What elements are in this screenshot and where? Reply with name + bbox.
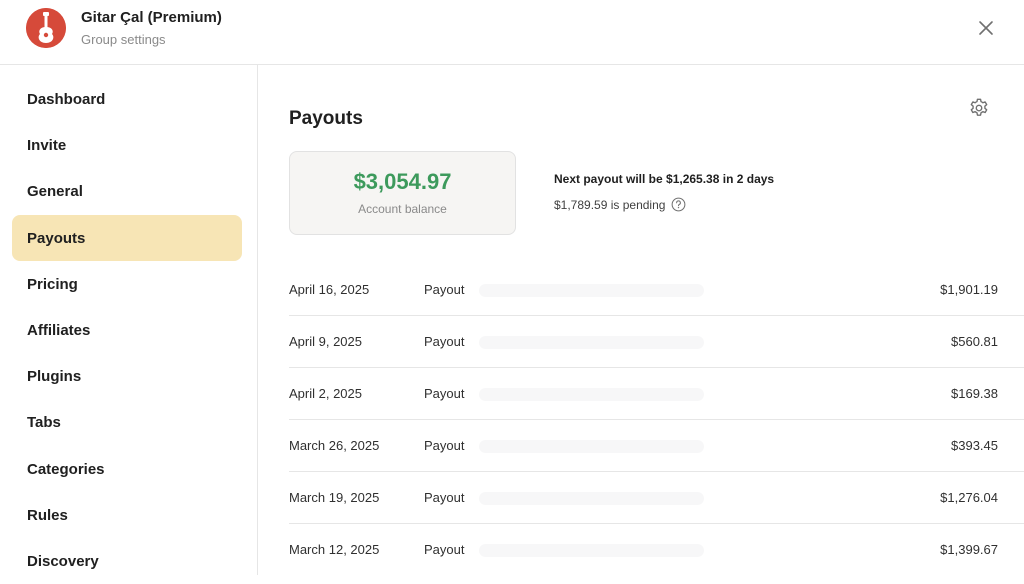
payouts-panel: Payouts $3,054.97 Account balance Next p… bbox=[259, 65, 1024, 575]
payout-type: Payout bbox=[424, 386, 465, 401]
sidebar-item-payouts[interactable]: Payouts bbox=[12, 215, 242, 261]
redacted-detail bbox=[479, 492, 704, 505]
payout-date: March 26, 2025 bbox=[289, 438, 380, 453]
redacted-detail bbox=[479, 440, 704, 453]
payout-amount: $560.81 bbox=[951, 334, 998, 349]
account-balance-amount: $3,054.97 bbox=[353, 169, 452, 194]
group-avatar bbox=[26, 8, 66, 48]
account-balance-label: Account balance bbox=[358, 202, 447, 216]
payout-row[interactable]: April 9, 2025 Payout $560.81 bbox=[289, 316, 1024, 368]
redacted-detail bbox=[479, 284, 704, 297]
next-payout-text: Next payout will be $1,265.38 in 2 days bbox=[554, 172, 775, 186]
sidebar-item-invite[interactable]: Invite bbox=[12, 122, 242, 168]
payout-type: Payout bbox=[424, 542, 465, 557]
sidebar-item-rules[interactable]: Rules bbox=[12, 492, 242, 538]
payout-amount: $1,901.19 bbox=[940, 282, 998, 297]
payout-row[interactable]: March 26, 2025 Payout $393.45 bbox=[289, 420, 1024, 472]
sidebar-item-pricing[interactable]: Pricing bbox=[12, 261, 242, 307]
payout-date: March 12, 2025 bbox=[289, 542, 380, 557]
sidebar-item-categories[interactable]: Categories bbox=[12, 446, 242, 492]
payout-date: April 9, 2025 bbox=[289, 334, 362, 349]
sidebar-item-plugins[interactable]: Plugins bbox=[12, 353, 242, 399]
payout-amount: $393.45 bbox=[951, 438, 998, 453]
payout-row[interactable]: April 2, 2025 Payout $169.38 bbox=[289, 368, 1024, 420]
close-icon bbox=[979, 21, 993, 35]
pending-help-button[interactable] bbox=[671, 197, 686, 212]
account-balance-card: $3,054.97 Account balance bbox=[289, 151, 516, 235]
sidebar-item-affiliates[interactable]: Affiliates bbox=[12, 307, 242, 353]
pending-text: $1,789.59 is pending bbox=[554, 197, 666, 212]
payout-date: March 19, 2025 bbox=[289, 490, 380, 505]
pending-row: $1,789.59 is pending bbox=[554, 197, 686, 212]
payout-history-list: April 16, 2025 Payout $1,901.19 April 9,… bbox=[289, 264, 1024, 576]
header: Gitar Çal (Premium) Group settings bbox=[0, 0, 1024, 65]
group-name: Gitar Çal (Premium) bbox=[81, 9, 222, 26]
sidebar-item-dashboard[interactable]: Dashboard bbox=[12, 76, 242, 122]
payout-amount: $1,276.04 bbox=[940, 490, 998, 505]
sidebar-item-tabs[interactable]: Tabs bbox=[12, 399, 242, 445]
redacted-detail bbox=[479, 544, 704, 557]
group-settings-subtitle: Group settings bbox=[81, 32, 166, 47]
redacted-detail bbox=[479, 388, 704, 401]
payout-type: Payout bbox=[424, 334, 465, 349]
page-title: Payouts bbox=[289, 108, 363, 129]
question-circle-icon bbox=[672, 197, 686, 212]
payout-date: April 2, 2025 bbox=[289, 386, 362, 401]
payout-amount: $1,399.67 bbox=[940, 542, 998, 557]
payout-row[interactable]: March 12, 2025 Payout $1,399.67 bbox=[289, 524, 1024, 576]
payout-settings-button[interactable] bbox=[966, 95, 992, 121]
gear-icon bbox=[970, 98, 988, 116]
guitar-logo bbox=[26, 8, 66, 48]
sidebar-item-discovery[interactable]: Discovery bbox=[12, 538, 242, 584]
payout-amount: $169.38 bbox=[951, 386, 998, 401]
settings-sidebar: Dashboard Invite General Payouts Pricing… bbox=[0, 65, 258, 575]
payout-row[interactable]: April 16, 2025 Payout $1,901.19 bbox=[289, 264, 1024, 316]
payout-row[interactable]: March 19, 2025 Payout $1,276.04 bbox=[289, 472, 1024, 524]
payout-date: April 16, 2025 bbox=[289, 282, 370, 297]
close-button[interactable] bbox=[972, 14, 1000, 42]
sidebar-item-general[interactable]: General bbox=[12, 168, 242, 214]
payout-type: Payout bbox=[424, 438, 465, 453]
payout-type: Payout bbox=[424, 490, 465, 505]
redacted-detail bbox=[479, 336, 704, 349]
payout-type: Payout bbox=[424, 282, 465, 297]
